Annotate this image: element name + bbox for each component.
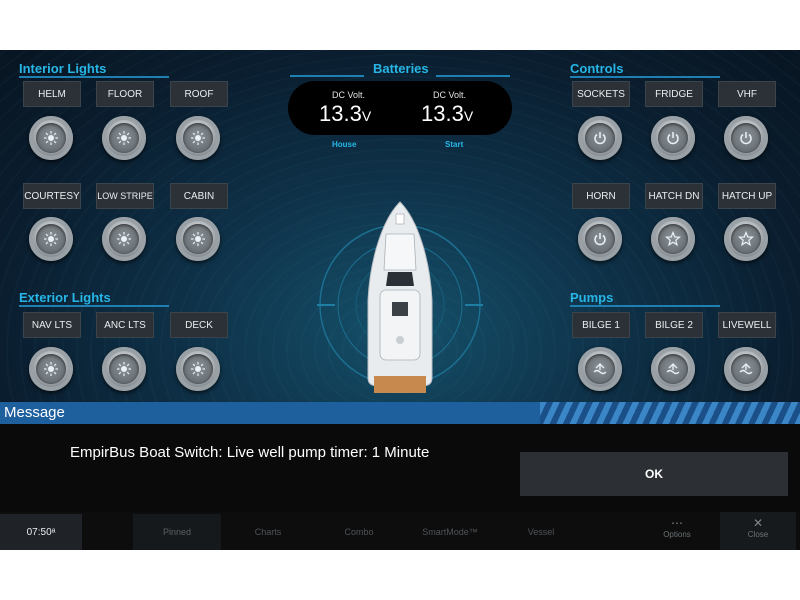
low-stripe-label: LOW STRIPE [96,183,154,209]
pump-icon [739,363,753,375]
clock[interactable]: 07:50ᵃ [0,514,82,550]
bilge-1-label: BILGE 1 [572,312,630,338]
house-battery-value: 13.3V [319,101,372,126]
power-icon [594,132,606,145]
light-icon [191,362,205,376]
pump-icon [593,363,607,375]
batteries-heading: Batteries [373,61,429,76]
ellipsis-icon: ⋯ [671,516,683,530]
power-icon [594,233,606,246]
close-icon: ✕ [752,516,764,530]
livewell-label: LIVEWELL [718,312,776,338]
bilge-2-switch[interactable] [651,347,695,391]
light-icon [117,362,131,376]
floor-switch[interactable] [102,116,146,160]
controls-divider [570,76,720,78]
exterior-lights-heading: Exterior Lights [19,290,111,305]
courtesy-label: COURTESY [23,183,81,209]
star-icon [665,231,681,247]
tab-charts[interactable]: Charts [224,514,312,550]
batteries-divider-right [436,75,510,77]
floor-label: FLOOR [96,81,154,107]
exterior-lights-divider [19,305,169,307]
star-icon [738,231,754,247]
house-battery-label: DC Volt. [332,90,366,100]
horn-switch[interactable] [578,217,622,261]
light-icon [117,232,131,246]
light-icon [44,362,58,376]
start-battery-label: DC Volt. [433,90,467,100]
vhf-switch[interactable] [724,116,768,160]
roof-switch[interactable] [176,116,220,160]
bilge-2-label: BILGE 2 [645,312,703,338]
helm-switch[interactable] [29,116,73,160]
batteries-divider-left [290,75,364,77]
deck-switch[interactable] [176,347,220,391]
pumps-heading: Pumps [570,290,614,305]
tab-smartmode[interactable]: SmartMode™ [406,514,494,550]
anc-lts-label: ANC LTS [96,312,154,338]
interior-lights-divider [19,76,169,78]
sockets-label: SOCKETS [572,81,630,107]
batteries-panel: DC Volt. 13.3V DC Volt. 13.3V [288,81,512,135]
light-icon [44,131,58,145]
deck-label: DECK [170,312,228,338]
nav-lts-switch[interactable] [29,347,73,391]
message-title: Message [4,404,65,421]
titlebar-stripes [540,402,800,424]
fridge-switch[interactable] [651,116,695,160]
controls-heading: Controls [570,61,624,76]
cabin-label: CABIN [170,183,228,209]
helm-label: HELM [23,81,81,107]
start-battery-name: Start [445,140,464,149]
boat-icon [367,201,433,393]
options-button[interactable]: ⋯ Options [646,512,708,550]
ok-button[interactable]: OK [520,452,788,496]
pump-icon [666,363,680,375]
hatch-up-switch[interactable] [724,217,768,261]
anc-lts-switch[interactable] [102,347,146,391]
horn-label: HORN [572,183,630,209]
light-icon [191,232,205,246]
roof-label: ROOF [170,81,228,107]
close-label: Close [747,530,769,539]
message-text: EmpirBus Boat Switch: Live well pump tim… [70,444,430,461]
pumps-divider [570,305,720,307]
light-icon [117,131,131,145]
nav-lts-label: NAV LTS [23,312,81,338]
start-battery-value: 13.3V [421,101,474,126]
power-icon [740,132,752,145]
bilge-1-switch[interactable] [578,347,622,391]
courtesy-switch[interactable] [29,217,73,261]
power-icon [667,132,679,145]
hatch-up-label: HATCH UP [718,183,776,209]
interior-lights-heading: Interior Lights [19,61,107,76]
fridge-label: FRIDGE [645,81,703,107]
close-button[interactable]: ✕ Close [720,512,796,550]
livewell-switch[interactable] [724,347,768,391]
bottom-navigation-bar: 07:50ᵃ Pinned Charts Combo SmartMode™ Ve… [0,512,800,550]
options-label: Options [663,530,691,539]
sockets-switch[interactable] [578,116,622,160]
tab-vessel[interactable]: Vessel [497,514,585,550]
hatch-dn-switch[interactable] [651,217,695,261]
message-titlebar: Message [0,402,800,424]
tab-pinned[interactable]: Pinned [133,514,221,550]
house-battery-name: House [332,140,357,149]
vhf-label: VHF [718,81,776,107]
light-icon [44,232,58,246]
message-dialog: EmpirBus Boat Switch: Live well pump tim… [0,424,800,512]
tab-combo[interactable]: Combo [315,514,403,550]
hatch-dn-label: HATCH DN [645,183,703,209]
light-icon [191,131,205,145]
cabin-switch[interactable] [176,217,220,261]
low-stripe-switch[interactable] [102,217,146,261]
